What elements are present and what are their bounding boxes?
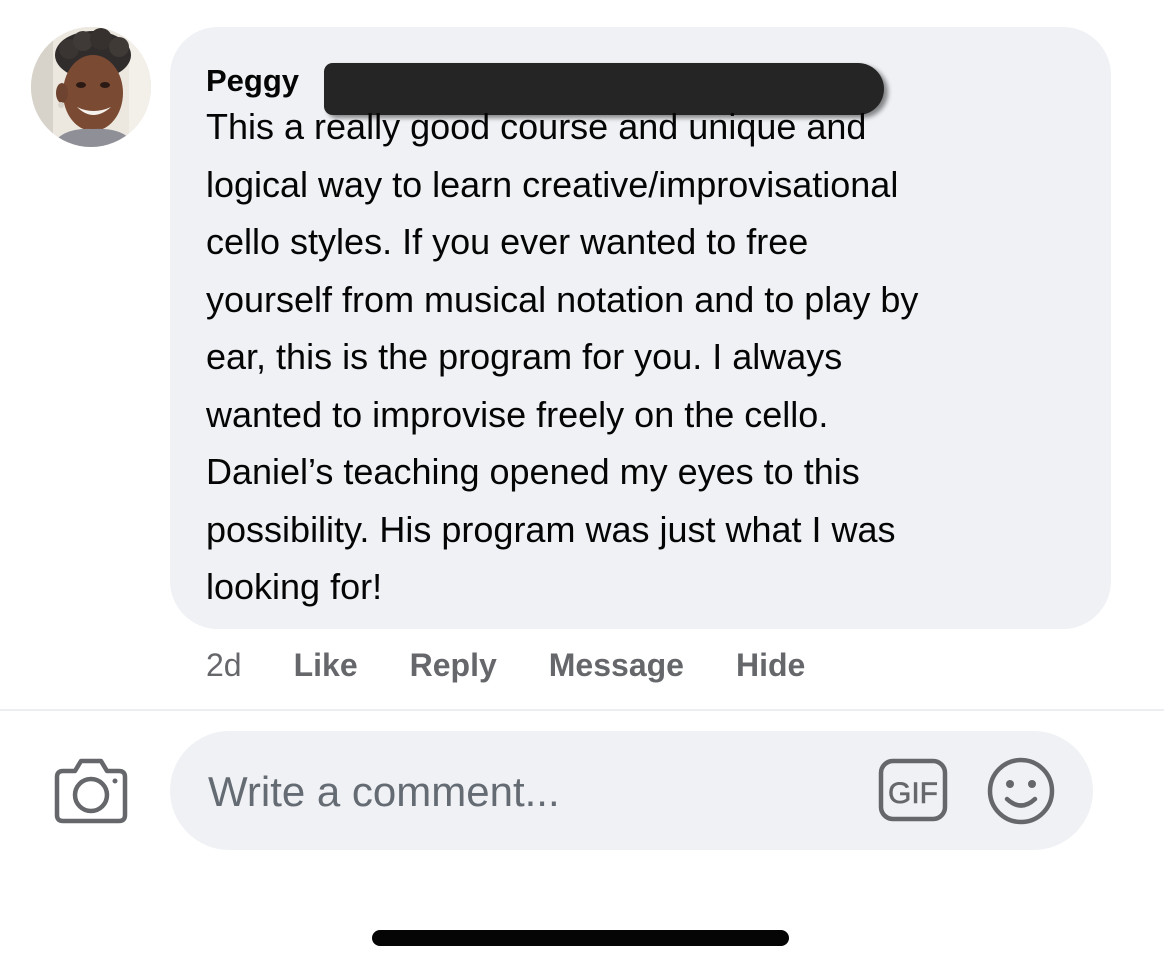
author-avatar[interactable] bbox=[31, 27, 151, 147]
comment-input[interactable] bbox=[206, 761, 850, 823]
emoji-button[interactable] bbox=[986, 756, 1056, 826]
divider bbox=[0, 709, 1164, 711]
comment-composer: GIF bbox=[170, 731, 1093, 850]
gif-button[interactable]: GIF bbox=[878, 758, 948, 822]
comment-text: This a really good course and unique and… bbox=[206, 106, 919, 607]
comment-header: Peggy bbox=[206, 49, 1075, 115]
message-button[interactable]: Message bbox=[549, 647, 684, 684]
gif-icon: GIF bbox=[878, 758, 948, 822]
author-photo bbox=[31, 27, 151, 147]
reply-button[interactable]: Reply bbox=[410, 647, 497, 684]
camera-icon bbox=[54, 758, 128, 824]
smiley-icon bbox=[987, 757, 1055, 825]
comment-timestamp[interactable]: 2d bbox=[206, 647, 242, 684]
hide-button[interactable]: Hide bbox=[736, 647, 805, 684]
comment-actions: 2d Like Reply Message Hide bbox=[206, 640, 857, 690]
camera-button[interactable] bbox=[53, 755, 129, 825]
gif-label: GIF bbox=[888, 777, 938, 810]
home-indicator[interactable] bbox=[372, 930, 789, 946]
like-button[interactable]: Like bbox=[294, 647, 358, 684]
comment-author-name[interactable]: Peggy bbox=[206, 61, 299, 101]
